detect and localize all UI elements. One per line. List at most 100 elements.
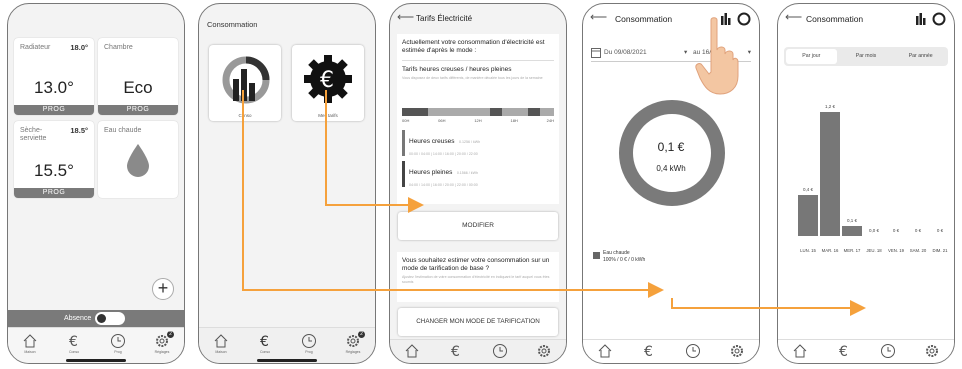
estimate-question: Vous souhaitez estimer votre consommatio… xyxy=(402,257,550,272)
nav-settings[interactable] xyxy=(526,343,562,359)
clock-icon xyxy=(686,344,700,358)
calendar-icon xyxy=(591,48,601,58)
timeline-label: 18H xyxy=(510,118,518,123)
tile-value: 15.5° xyxy=(34,161,74,180)
donut-toggle-icon[interactable] xyxy=(737,12,751,26)
nav-settings-label: Réglages xyxy=(154,350,170,354)
absence-bar: Absence xyxy=(8,310,184,328)
chart-category-label: DIM. 21 xyxy=(932,248,948,253)
tile-value: Eco xyxy=(123,78,153,97)
nav-prog[interactable] xyxy=(482,343,518,359)
nav-settings-label: Réglages xyxy=(345,350,361,354)
tile-label: Chambre xyxy=(104,44,133,51)
chart-value-label: 0,0 € xyxy=(868,228,879,233)
timeline-label: 00H xyxy=(402,118,410,123)
absence-toggle[interactable] xyxy=(95,312,125,325)
tile-radiateur[interactable]: Radiateur 18.0° 13.0° PROG xyxy=(14,38,94,115)
tile-chambre[interactable]: Chambre Eco PROG xyxy=(98,38,178,115)
settings-badge: 2 xyxy=(167,331,174,338)
nav-prog[interactable] xyxy=(870,343,906,359)
tile-seche-serviette[interactable]: Sèche-serviette 18.5° 15.5° PROG xyxy=(14,121,94,198)
nav-settings[interactable]: Réglages 2 xyxy=(335,331,371,354)
back-arrow-icon[interactable]: ⟵ xyxy=(397,10,414,24)
divider xyxy=(402,60,554,61)
tile-mes-tarifs[interactable]: € Mes tarifs xyxy=(292,45,364,121)
modify-button[interactable]: MODIFIER xyxy=(398,212,558,240)
tile-label: Radiateur xyxy=(20,44,51,51)
tile-prog-label: PROG xyxy=(98,105,178,115)
tile-eau-chaude[interactable]: Eau chaude xyxy=(98,121,178,198)
nav-home[interactable] xyxy=(782,343,818,359)
mode-description: Vous disposez de deux tarifs différents,… xyxy=(402,76,543,80)
pleines-hours: 04:00 / 14:00 | 16:00 / 20:00 | 22:00 / … xyxy=(409,183,478,187)
home-icon xyxy=(793,344,807,358)
chart-category-label: MER. 17 xyxy=(843,248,861,253)
svg-text:€: € xyxy=(451,344,460,359)
euro-icon: € xyxy=(451,344,460,359)
nav-conso[interactable]: € xyxy=(438,343,474,359)
back-arrow-icon[interactable]: ⟵ xyxy=(590,10,607,24)
nav-conso[interactable]: € xyxy=(826,343,862,359)
legend-detail: 100% / 0 € / 0 kWh xyxy=(603,257,646,263)
home-indicator xyxy=(66,359,126,362)
creuses-block: Heures creuses 0.1256 / kWh 00:00 / 04:0… xyxy=(402,130,554,156)
bottom-nav: € xyxy=(390,339,566,363)
chart-value-label: 0,4 € xyxy=(802,187,813,192)
tile-setpoint: 18.5° xyxy=(70,126,88,135)
pleines-price: 0.1566 / kWh xyxy=(456,171,478,175)
chart-value-label: 0 € xyxy=(914,228,922,233)
chart-value-label: 0,1 € xyxy=(846,218,857,223)
page-title: Consommation xyxy=(615,14,673,24)
phone-home-screen: Radiateur 18.0° 13.0° PROG Chambre Eco P… xyxy=(7,3,185,364)
nav-home[interactable] xyxy=(394,343,430,359)
nav-settings[interactable]: Réglages 2 xyxy=(144,331,180,354)
estimate-card: Vous souhaitez estimer votre consommatio… xyxy=(397,252,559,302)
date-from[interactable]: Du 09/08/2021 xyxy=(604,49,647,56)
phone-conso-menu: Consommation Conso € Mes tarifs Maison €… xyxy=(198,3,376,364)
tile-label: Eau chaude xyxy=(104,127,142,134)
svg-text:€: € xyxy=(839,344,848,359)
intro-text: Actuellement votre consommation d'électr… xyxy=(402,39,545,54)
home-icon xyxy=(598,344,612,358)
chart-category-label: SAM. 20 xyxy=(909,248,927,253)
pleines-label: Heures pleines xyxy=(409,169,453,176)
tile-conso-label: Conso xyxy=(238,113,252,118)
creuses-price: 0.1256 / kWh xyxy=(458,140,481,144)
clock-icon xyxy=(493,344,507,358)
chart-value-label: 0 € xyxy=(936,228,944,233)
mode-title: Tarifs heures creuses / heures pleines xyxy=(402,66,512,73)
tile-conso[interactable]: Conso xyxy=(209,45,281,121)
home-indicator xyxy=(257,359,317,362)
absence-label: Absence xyxy=(64,315,92,322)
creuses-label: Heures creuses xyxy=(409,138,455,145)
nav-prog[interactable]: Prog xyxy=(291,333,327,354)
add-button[interactable]: + xyxy=(152,278,174,300)
nav-prog[interactable]: Prog xyxy=(100,333,136,354)
nav-settings[interactable] xyxy=(914,343,950,359)
nav-prog[interactable] xyxy=(675,343,711,359)
tile-label: Sèche-serviette xyxy=(20,127,47,142)
nav-home[interactable]: Maison xyxy=(203,333,239,354)
chevron-down-icon[interactable]: ▾ xyxy=(748,48,751,56)
gear-icon xyxy=(538,345,550,357)
bottom-nav: Maison € Conso Prog Réglages 2 xyxy=(199,327,375,363)
nav-conso[interactable]: € xyxy=(631,343,667,359)
nav-home-label: Maison xyxy=(215,350,227,354)
chart-value-label: 0 € xyxy=(892,228,900,233)
nav-home[interactable] xyxy=(587,343,623,359)
water-drop-icon xyxy=(127,144,149,177)
nav-conso[interactable]: € Conso xyxy=(56,333,92,354)
chart-value-label: 1,2 € xyxy=(824,104,835,109)
chevron-down-icon[interactable]: ▾ xyxy=(684,48,687,56)
nav-conso[interactable]: € Conso xyxy=(247,333,283,354)
euro-icon: € xyxy=(839,344,848,359)
clock-icon xyxy=(302,334,316,348)
nav-settings[interactable] xyxy=(719,343,755,359)
nav-home-label: Maison xyxy=(24,350,36,354)
change-tarif-button[interactable]: CHANGER MON MODE DE TARIFICATION xyxy=(398,308,558,336)
chart-category-label: MAR. 16 xyxy=(821,248,839,253)
nav-home[interactable]: Maison xyxy=(12,333,48,354)
pleines-block: Heures pleines 0.1566 / kWh 04:00 / 14:0… xyxy=(402,161,554,187)
chart-category-label: LUN. 15 xyxy=(800,248,816,253)
nav-conso-label: Conso xyxy=(68,350,80,354)
